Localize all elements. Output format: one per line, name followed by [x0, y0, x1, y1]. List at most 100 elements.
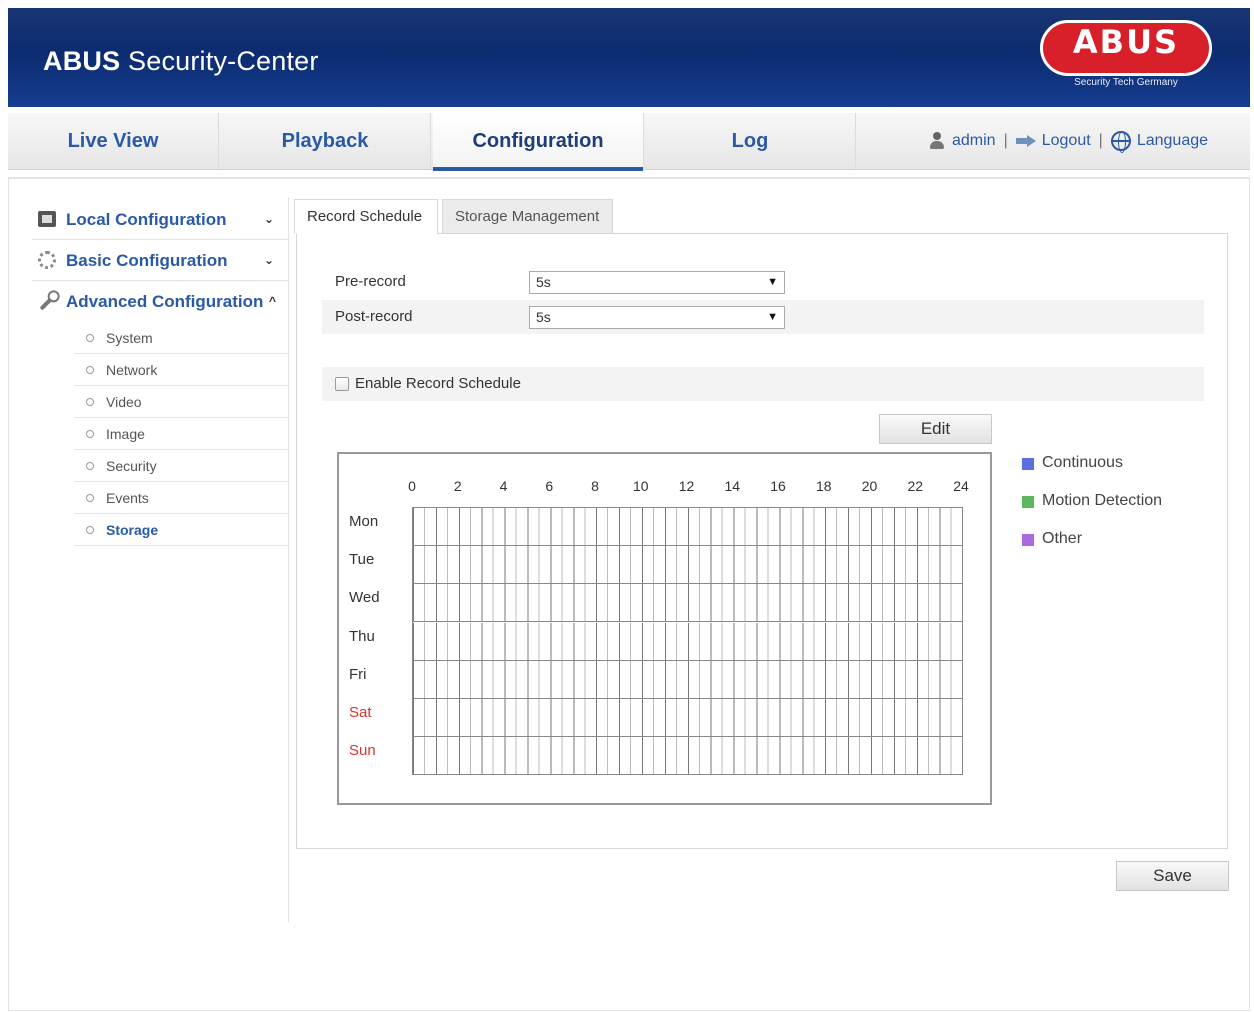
app-title-brand: ABUS — [43, 46, 121, 76]
legend-label: Motion Detection — [1042, 492, 1163, 509]
computer-icon — [38, 211, 56, 227]
pre-record-select[interactable]: 5s ▼ — [529, 271, 785, 294]
sidebar-advanced-configuration[interactable]: Advanced Configuration ^ — [32, 281, 288, 322]
pre-record-row: Pre-record 5s ▼ — [322, 265, 1204, 299]
sidebar-basic-configuration[interactable]: Basic Configuration ⌄ — [32, 240, 288, 281]
legend-swatch — [1022, 458, 1034, 470]
bullet-icon — [86, 334, 94, 342]
sidebar-item-image[interactable]: Image — [74, 418, 288, 450]
hour-label: 16 — [770, 478, 786, 494]
main-nav: Live View Playback Configuration Log adm… — [8, 113, 1250, 171]
logout-icon — [1015, 135, 1036, 147]
schedule-row[interactable] — [413, 737, 962, 776]
gear-icon — [38, 251, 56, 269]
schedule-grid[interactable] — [412, 507, 963, 776]
wrench-icon — [39, 293, 57, 311]
schedule-row[interactable] — [413, 622, 962, 661]
hour-label: 0 — [408, 478, 416, 494]
hour-label: 6 — [545, 478, 554, 494]
sidebar-section-label: Local Configuration — [66, 210, 227, 229]
tab-record-schedule[interactable]: Record Schedule — [294, 199, 438, 234]
day-label: Tue — [349, 551, 375, 569]
hour-label: 4 — [499, 478, 508, 494]
bullet-icon — [86, 398, 94, 406]
legend-swatch — [1022, 534, 1034, 546]
bullet-icon — [86, 526, 94, 534]
user-controls: admin | Logout | Language — [928, 131, 1208, 153]
logo-word: ABUS — [1072, 23, 1180, 61]
dropdown-arrow-icon: ▼ — [767, 311, 778, 323]
sidebar-item-network[interactable]: Network — [74, 354, 288, 386]
chevron-down-icon: ⌄ — [263, 253, 274, 267]
schedule-row[interactable] — [413, 699, 962, 737]
hour-label: 10 — [632, 478, 649, 494]
globe-icon — [1110, 131, 1131, 153]
tab-configuration[interactable]: Configuration — [433, 113, 644, 171]
enable-record-schedule-checkbox[interactable] — [335, 377, 349, 391]
sidebar-item-label: Image — [106, 426, 145, 442]
app-title-rest: Security-Center — [120, 46, 319, 76]
sidebar-divider — [288, 197, 289, 922]
sidebar-section-label: Advanced Configuration — [66, 292, 264, 311]
day-label: Mon — [349, 513, 379, 530]
bullet-icon — [86, 494, 94, 502]
legend-label: Other — [1042, 530, 1083, 547]
schedule-grid-box: 0 2 4 6 8 10 12 14 16 18 20 22 24 Mon Tue Wed Thu Fri Sat… — [337, 452, 992, 805]
schedule-row[interactable] — [413, 660, 962, 699]
legend-label: Continuous — [1042, 454, 1123, 471]
tab-playback[interactable]: Playback — [220, 113, 431, 169]
nav-separator: | — [1098, 132, 1103, 149]
pre-record-label: Pre-record — [335, 273, 406, 290]
schedule-row[interactable] — [413, 508, 962, 546]
sidebar-item-system[interactable]: System — [74, 322, 288, 354]
sidebar-item-label: System — [106, 330, 153, 346]
hour-label: 14 — [724, 478, 741, 494]
abus-logo: ABUS — [1040, 20, 1212, 76]
schedule-row[interactable] — [413, 584, 962, 623]
sidebar-item-video[interactable]: Video — [74, 386, 288, 418]
day-label: Wed — [349, 589, 380, 607]
hour-label: 2 — [453, 478, 462, 494]
hour-label: 22 — [907, 478, 924, 494]
hour-label: 8 — [591, 478, 599, 494]
hour-label: 20 — [861, 478, 878, 494]
user-icon — [928, 132, 946, 150]
sidebar: Local Configuration ⌄ Basic Configuratio… — [32, 199, 288, 546]
sidebar-item-storage[interactable]: Storage — [74, 514, 288, 546]
bullet-icon — [86, 366, 94, 374]
edit-button[interactable]: Edit — [879, 414, 992, 444]
advanced-sub-list: System Network Video Image Security Even… — [74, 322, 288, 546]
logout-link[interactable]: Logout — [1042, 132, 1091, 149]
sidebar-item-label: Events — [106, 490, 149, 506]
day-label: Sun — [349, 742, 376, 760]
bullet-icon — [86, 462, 94, 470]
tab-storage-management[interactable]: Storage Management — [442, 199, 613, 234]
legend-swatch — [1022, 496, 1034, 508]
tab-log[interactable]: Log — [645, 113, 856, 169]
tab-live-view[interactable]: Live View — [8, 113, 219, 169]
sidebar-item-label: Storage — [106, 522, 159, 538]
day-label: Thu — [349, 627, 375, 645]
nav-separator: | — [1003, 132, 1008, 149]
sidebar-item-events[interactable]: Events — [74, 482, 288, 514]
dropdown-arrow-icon: ▼ — [767, 276, 778, 288]
sidebar-item-security[interactable]: Security — [74, 450, 288, 482]
logo-tagline: Security Tech Germany — [1074, 77, 1178, 88]
hour-label: 18 — [815, 478, 832, 494]
user-name[interactable]: admin — [952, 132, 996, 149]
pre-record-value: 5s — [536, 274, 551, 290]
post-record-value: 5s — [536, 309, 551, 325]
chevron-down-icon: ⌄ — [263, 212, 274, 226]
post-record-row: Post-record 5s ▼ — [322, 300, 1204, 334]
enable-record-schedule-label[interactable]: Enable Record Schedule — [355, 375, 521, 392]
sidebar-item-label: Video — [106, 394, 142, 410]
hour-label: 24 — [953, 478, 969, 494]
bullet-icon — [86, 430, 94, 438]
post-record-select[interactable]: 5s ▼ — [529, 306, 785, 329]
sidebar-local-configuration[interactable]: Local Configuration ⌄ — [32, 199, 288, 240]
chevron-up-icon: ^ — [268, 294, 276, 308]
sidebar-item-label: Network — [106, 362, 158, 378]
schedule-row[interactable] — [413, 546, 962, 585]
language-link[interactable]: Language — [1137, 132, 1208, 149]
save-button[interactable]: Save — [1116, 861, 1229, 891]
